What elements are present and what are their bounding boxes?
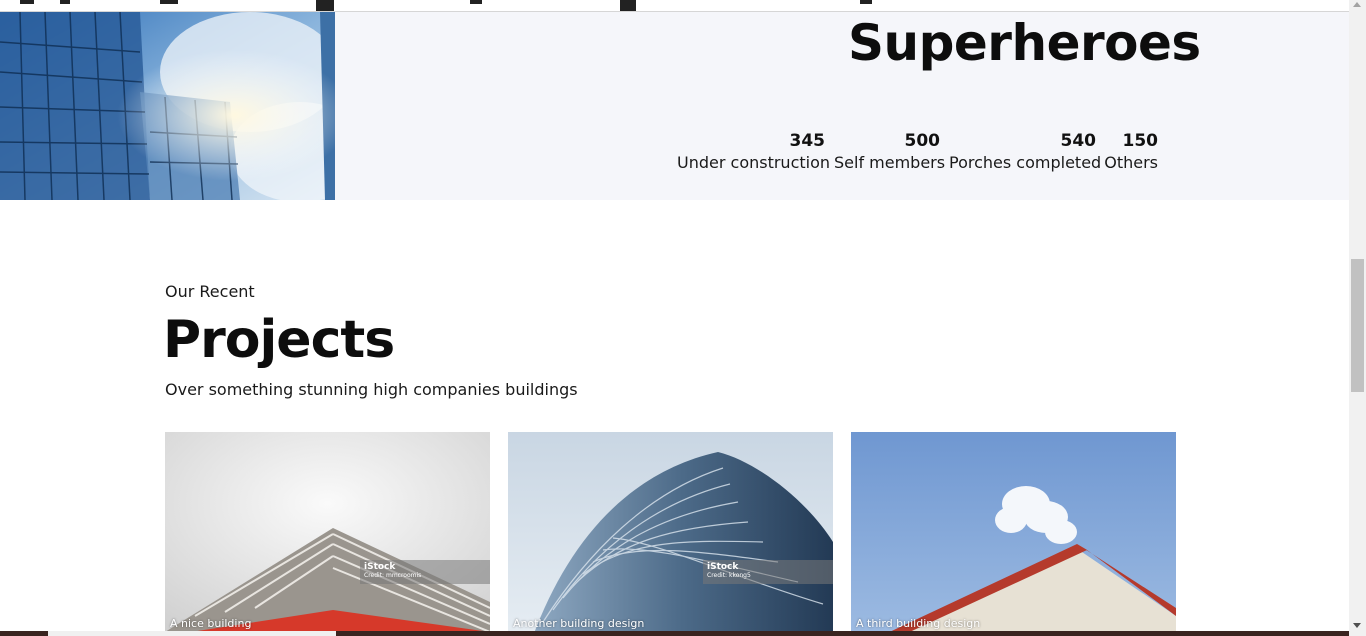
stat-label: Self members	[834, 153, 946, 172]
project-image-3	[851, 432, 1176, 636]
stat-label: Others	[1104, 153, 1158, 172]
vertical-scrollbar[interactable]	[1349, 0, 1366, 636]
stat-porches-completed: 540 Porches completed	[949, 130, 1102, 174]
section-title: Projects	[163, 310, 395, 370]
stat-value: 345	[789, 131, 826, 151]
scroll-down-arrow-icon[interactable]	[1353, 623, 1361, 628]
stat-self-members: 500 Self members	[834, 130, 946, 174]
bottom-cropped-strip	[0, 631, 1349, 636]
stat-value: 150	[1122, 131, 1159, 151]
hero-section: Superheroes 345 Under construction 500 S…	[0, 12, 1349, 200]
stat-under-construction: 345 Under construction	[677, 130, 831, 174]
top-cropped-strip	[0, 0, 1349, 12]
stat-value: 540	[1060, 131, 1097, 151]
project-image-1	[165, 432, 490, 636]
project-card-2[interactable]: iStock Credit: kkong5 Another building d…	[508, 432, 833, 636]
project-caption: A nice building	[170, 617, 252, 630]
stat-value: 500	[904, 131, 941, 151]
watermark-brand: iStock	[707, 562, 739, 572]
stat-label: Porches completed	[949, 153, 1102, 172]
stock-watermark: iStock Credit: mmcroomis	[360, 560, 490, 584]
hero-title: Superheroes	[848, 14, 1201, 72]
stock-watermark: iStock Credit: kkong5	[703, 560, 833, 584]
watermark-brand: iStock	[364, 562, 396, 572]
watermark-credit: Credit: mmcroomis	[364, 572, 422, 579]
project-caption: A third building design	[856, 617, 981, 630]
project-card-1[interactable]: iStock Credit: mmcroomis A nice building	[165, 432, 490, 636]
project-caption: Another building design	[513, 617, 645, 630]
stat-others: 150 Others	[1104, 130, 1158, 174]
project-card-3[interactable]: A third building design	[851, 432, 1176, 636]
project-image-2	[508, 432, 833, 636]
watermark-credit: Credit: kkong5	[707, 572, 751, 579]
scrollbar-thumb[interactable]	[1351, 259, 1364, 392]
stat-label: Under construction	[677, 153, 831, 172]
glass-skyscraper-image	[0, 12, 335, 200]
scroll-up-arrow-icon[interactable]	[1353, 2, 1361, 7]
section-subtitle: Over something stunning high companies b…	[165, 380, 578, 399]
section-eyebrow: Our Recent	[165, 282, 255, 301]
